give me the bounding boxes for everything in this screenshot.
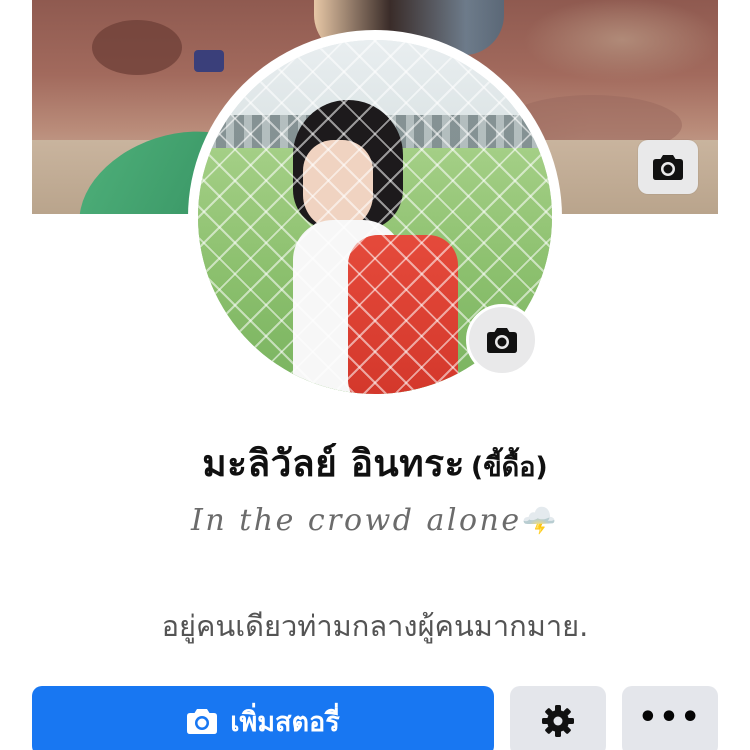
profile-bio: อยู่คนเดียวท่ามกลางผู้คนมากมาย.: [161, 609, 589, 643]
add-story-label: เพิ่มสตอรี่: [230, 706, 340, 738]
camera-icon: [487, 328, 517, 353]
more-dots-icon: •••: [638, 700, 702, 735]
gear-icon: [542, 705, 574, 737]
more-options-button[interactable]: •••: [622, 686, 718, 750]
tagline-text: In the crowd alone: [191, 503, 522, 538]
profile-name: มะลิวัลย์ อินทระ (ขี้ดื้อ): [0, 434, 750, 493]
add-story-button[interactable]: เพิ่มสตอรี่: [32, 686, 494, 750]
profile-alternate-name: (ขี้ดื้อ): [470, 452, 548, 483]
camera-icon: [653, 155, 683, 180]
camera-icon: [187, 709, 218, 734]
profile-page: มะลิวัลย์ อินทระ (ขี้ดื้อ) In the crowd a…: [0, 0, 750, 750]
cover-rock: [92, 20, 182, 75]
profile-tagline: In the crowd alone🌩️: [0, 503, 750, 538]
profile-settings-button[interactable]: [510, 686, 606, 750]
edit-cover-photo-button[interactable]: [638, 140, 698, 194]
profile-name-main: มะลิวัลย์ อินทระ: [202, 442, 465, 485]
edit-profile-picture-button[interactable]: [466, 304, 538, 376]
storm-cloud-emoji: 🌩️: [521, 504, 559, 537]
